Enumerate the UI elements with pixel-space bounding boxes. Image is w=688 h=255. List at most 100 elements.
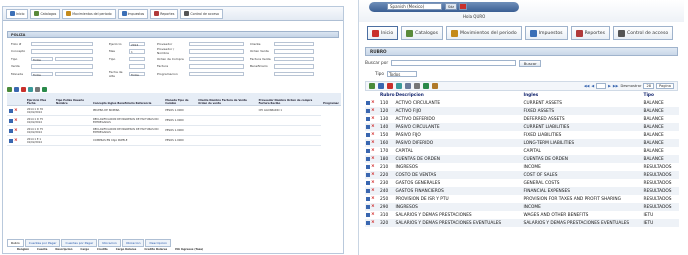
delete-icon[interactable]: × <box>14 138 18 143</box>
nav-button[interactable]: Control de acceso <box>613 26 674 40</box>
prev-page-icon[interactable]: ◀ <box>591 84 594 88</box>
field-input[interactable] <box>274 41 314 46</box>
field-select[interactable]: Todos <box>31 71 53 77</box>
delete-icon[interactable]: × <box>371 148 375 153</box>
field-input[interactable] <box>31 41 93 46</box>
field-input[interactable] <box>129 56 145 61</box>
edit-icon[interactable] <box>366 204 370 209</box>
field-input[interactable] <box>31 49 93 54</box>
edit-icon[interactable] <box>366 180 370 185</box>
field-input[interactable] <box>274 49 314 54</box>
search-input[interactable] <box>391 60 517 66</box>
refresh-icon[interactable] <box>396 83 402 89</box>
print-icon[interactable] <box>35 86 40 92</box>
field-input[interactable] <box>129 64 145 69</box>
next-page-icon[interactable]: ▶ <box>608 84 611 88</box>
field-input[interactable] <box>189 56 244 61</box>
delete-icon[interactable]: × <box>371 204 375 209</box>
edit-icon[interactable] <box>366 172 370 177</box>
nav-button[interactable]: Movimientos del periodo <box>62 8 116 19</box>
delete-icon[interactable]: × <box>14 118 18 123</box>
page-number-input[interactable] <box>596 83 607 89</box>
language-select[interactable]: Spanish (Mexico) <box>387 3 442 10</box>
nav-button[interactable]: Impuestos <box>524 26 568 40</box>
header-button[interactable]: Sdz <box>445 3 457 10</box>
table-row[interactable]: × 250 PROVISION DE ISR Y PTU PROVISION FOR … <box>365 195 679 203</box>
detail-tab[interactable]: Cuentas por Pagar <box>61 239 98 247</box>
column-header[interactable]: Moneda Tipo de Cambio <box>163 92 197 106</box>
delete-icon[interactable]: × <box>371 156 375 161</box>
search-button[interactable]: Buscar <box>519 59 542 67</box>
nav-button[interactable]: Inicio <box>6 8 29 19</box>
field-input[interactable] <box>31 64 93 69</box>
column-header[interactable]: Concepto Ingles Beneficiario Referencia <box>90 92 164 106</box>
column-header[interactable]: Tipo <box>643 92 679 99</box>
edit-icon[interactable] <box>366 116 370 121</box>
detail-tab[interactable]: Ubicacion <box>98 239 121 247</box>
table-row[interactable]: × 170 CAPITAL CAPITAL BALANCE <box>365 147 679 155</box>
delete-icon[interactable]: × <box>371 164 375 169</box>
export-icon[interactable] <box>42 86 47 92</box>
field-input[interactable] <box>274 71 314 76</box>
refresh-icon[interactable] <box>28 86 33 92</box>
table-row[interactable]: × 140 PASIVO CIRCULANTE CURRENT LIABILITIES… <box>365 123 679 131</box>
delete-icon[interactable] <box>21 86 26 92</box>
table-row[interactable]: × 150 PASIVO FIJO FIXED LIABILITIES BALANCE <box>365 131 679 139</box>
nav-button[interactable]: Reportes <box>570 26 611 40</box>
delete-icon[interactable]: × <box>371 100 375 105</box>
column-header[interactable]: Ejercicio Mes Fecha <box>25 92 55 106</box>
delete-icon[interactable]: × <box>371 220 375 225</box>
field-input[interactable] <box>189 71 244 76</box>
delete-icon[interactable]: × <box>371 108 375 113</box>
delete-icon[interactable]: × <box>371 116 375 121</box>
delete-icon[interactable]: × <box>14 128 18 133</box>
add-icon[interactable] <box>369 83 375 89</box>
column-header[interactable]: Programac <box>321 92 341 106</box>
table-row[interactable]: × 160 PASIVO DIFERIDO LONG-TERM LIABILITIES… <box>365 139 679 147</box>
table-row[interactable]: × 2014 1 D 75 01/02/2014 RECLASIFICACION DE… <box>7 125 341 136</box>
edit-icon[interactable] <box>366 188 370 193</box>
field-input[interactable] <box>189 49 244 54</box>
edit-icon[interactable] <box>9 128 13 133</box>
logout-icon[interactable] <box>459 3 467 10</box>
last-page-icon[interactable]: ▶▶ <box>613 84 619 88</box>
table-row[interactable]: × 240 GASTOS FINANCIEROS FINANCIAL EXPENSES… <box>365 187 679 195</box>
edit-icon[interactable] <box>366 124 370 129</box>
edit-icon[interactable] <box>366 220 370 225</box>
table-row[interactable]: × 130 ACTIVO DEFERIDO DEFERRED ASSETS BALANC… <box>365 115 679 123</box>
edit-icon[interactable] <box>366 156 370 161</box>
nav-button[interactable]: Impuestos <box>117 8 149 19</box>
edit-icon[interactable] <box>366 140 370 145</box>
detail-tab[interactable]: Ubicacion <box>121 239 145 247</box>
nav-button[interactable]: Catalogos <box>401 26 444 40</box>
edit-icon[interactable] <box>14 86 19 92</box>
table-row[interactable]: × 290 INGRESOS INCOME RESULTADOS <box>365 203 679 211</box>
edit-icon[interactable] <box>366 196 370 201</box>
nav-button[interactable]: Reportes <box>150 8 179 19</box>
table-row[interactable]: × 230 GASTOS GENERALES GENERAL COSTS RESULTA… <box>365 179 679 187</box>
delete-icon[interactable] <box>387 83 393 89</box>
table-row[interactable]: × 2014 1 D 75 01/02/2014 RECLASIFICACION DE… <box>7 115 341 126</box>
table-row[interactable]: × 320 SALARIOS Y DEMAS PRESTACIONES EVENTU… <box>365 219 679 227</box>
detail-tab[interactable]: Descripcion <box>145 239 172 247</box>
field-input[interactable] <box>274 56 314 61</box>
edit-icon[interactable] <box>9 118 13 123</box>
detail-tab[interactable]: Rubro <box>7 239 24 247</box>
table-row[interactable]: × 120 ACTIVO FIJO FIXED ASSETS BALANCE <box>365 107 679 115</box>
table-row[interactable]: × 2014 1 E 1 01/02/2014 COMPRAS EN CAJA PAP… <box>7 135 341 146</box>
column-header[interactable]: Proveedor Nombre Orden de compra Factura… <box>256 92 322 106</box>
edit-icon[interactable] <box>378 83 384 89</box>
field-input[interactable] <box>55 56 93 61</box>
column-header[interactable]: Tipo Poliza Usuario Nombre <box>54 92 91 106</box>
edit-icon[interactable] <box>366 212 370 217</box>
delete-icon[interactable]: × <box>371 180 375 185</box>
edit-icon[interactable] <box>366 108 370 113</box>
table-row[interactable]: × 310 SALARIOS Y DEMAS PRESTACIONES WAGES A… <box>365 211 679 219</box>
edit-icon[interactable] <box>9 138 13 143</box>
first-page-icon[interactable]: ◀◀ <box>584 84 590 88</box>
table-row[interactable]: × 2014 1 D 76 01/02/2014 PRUEBA DE NOMINA PE… <box>7 105 341 116</box>
nav-button[interactable]: Control de acceso <box>180 8 223 19</box>
delete-icon[interactable]: × <box>14 108 18 113</box>
export-icon[interactable] <box>423 83 429 89</box>
field-select[interactable]: Todos <box>31 56 53 62</box>
